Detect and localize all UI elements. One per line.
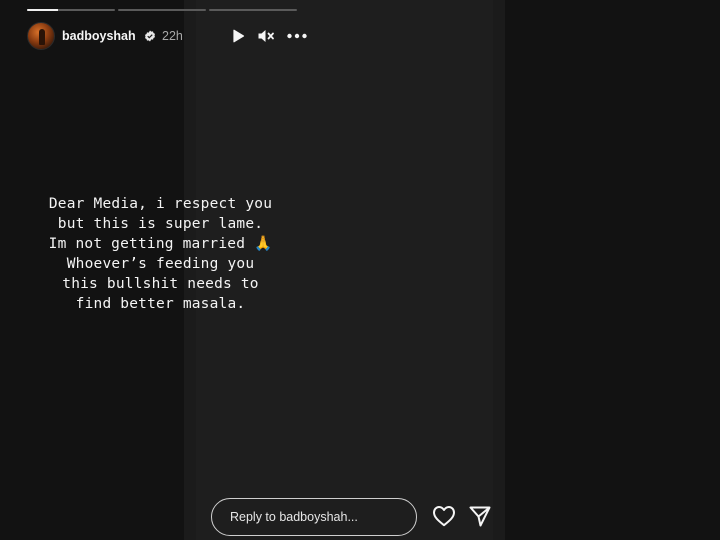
heart-icon[interactable] (432, 505, 456, 527)
more-icon[interactable] (286, 28, 308, 44)
progress-segment (118, 9, 206, 11)
reply-input[interactable] (211, 498, 417, 536)
play-icon[interactable] (229, 28, 247, 44)
send-icon[interactable] (468, 505, 492, 527)
progress-segment (27, 9, 115, 11)
progress-fill (27, 9, 58, 11)
story-text: Dear Media, i respect you but this is su… (48, 196, 273, 312)
muted-speaker-icon[interactable] (257, 28, 275, 44)
post-time: 22h (162, 29, 183, 43)
verified-badge-icon (145, 30, 155, 42)
username[interactable]: badboyshah (62, 29, 136, 43)
story-progress (27, 9, 297, 12)
backdrop-right (505, 0, 720, 540)
progress-segment (209, 9, 297, 11)
avatar[interactable] (27, 22, 55, 50)
story-header: badboyshah 22h (27, 22, 307, 50)
